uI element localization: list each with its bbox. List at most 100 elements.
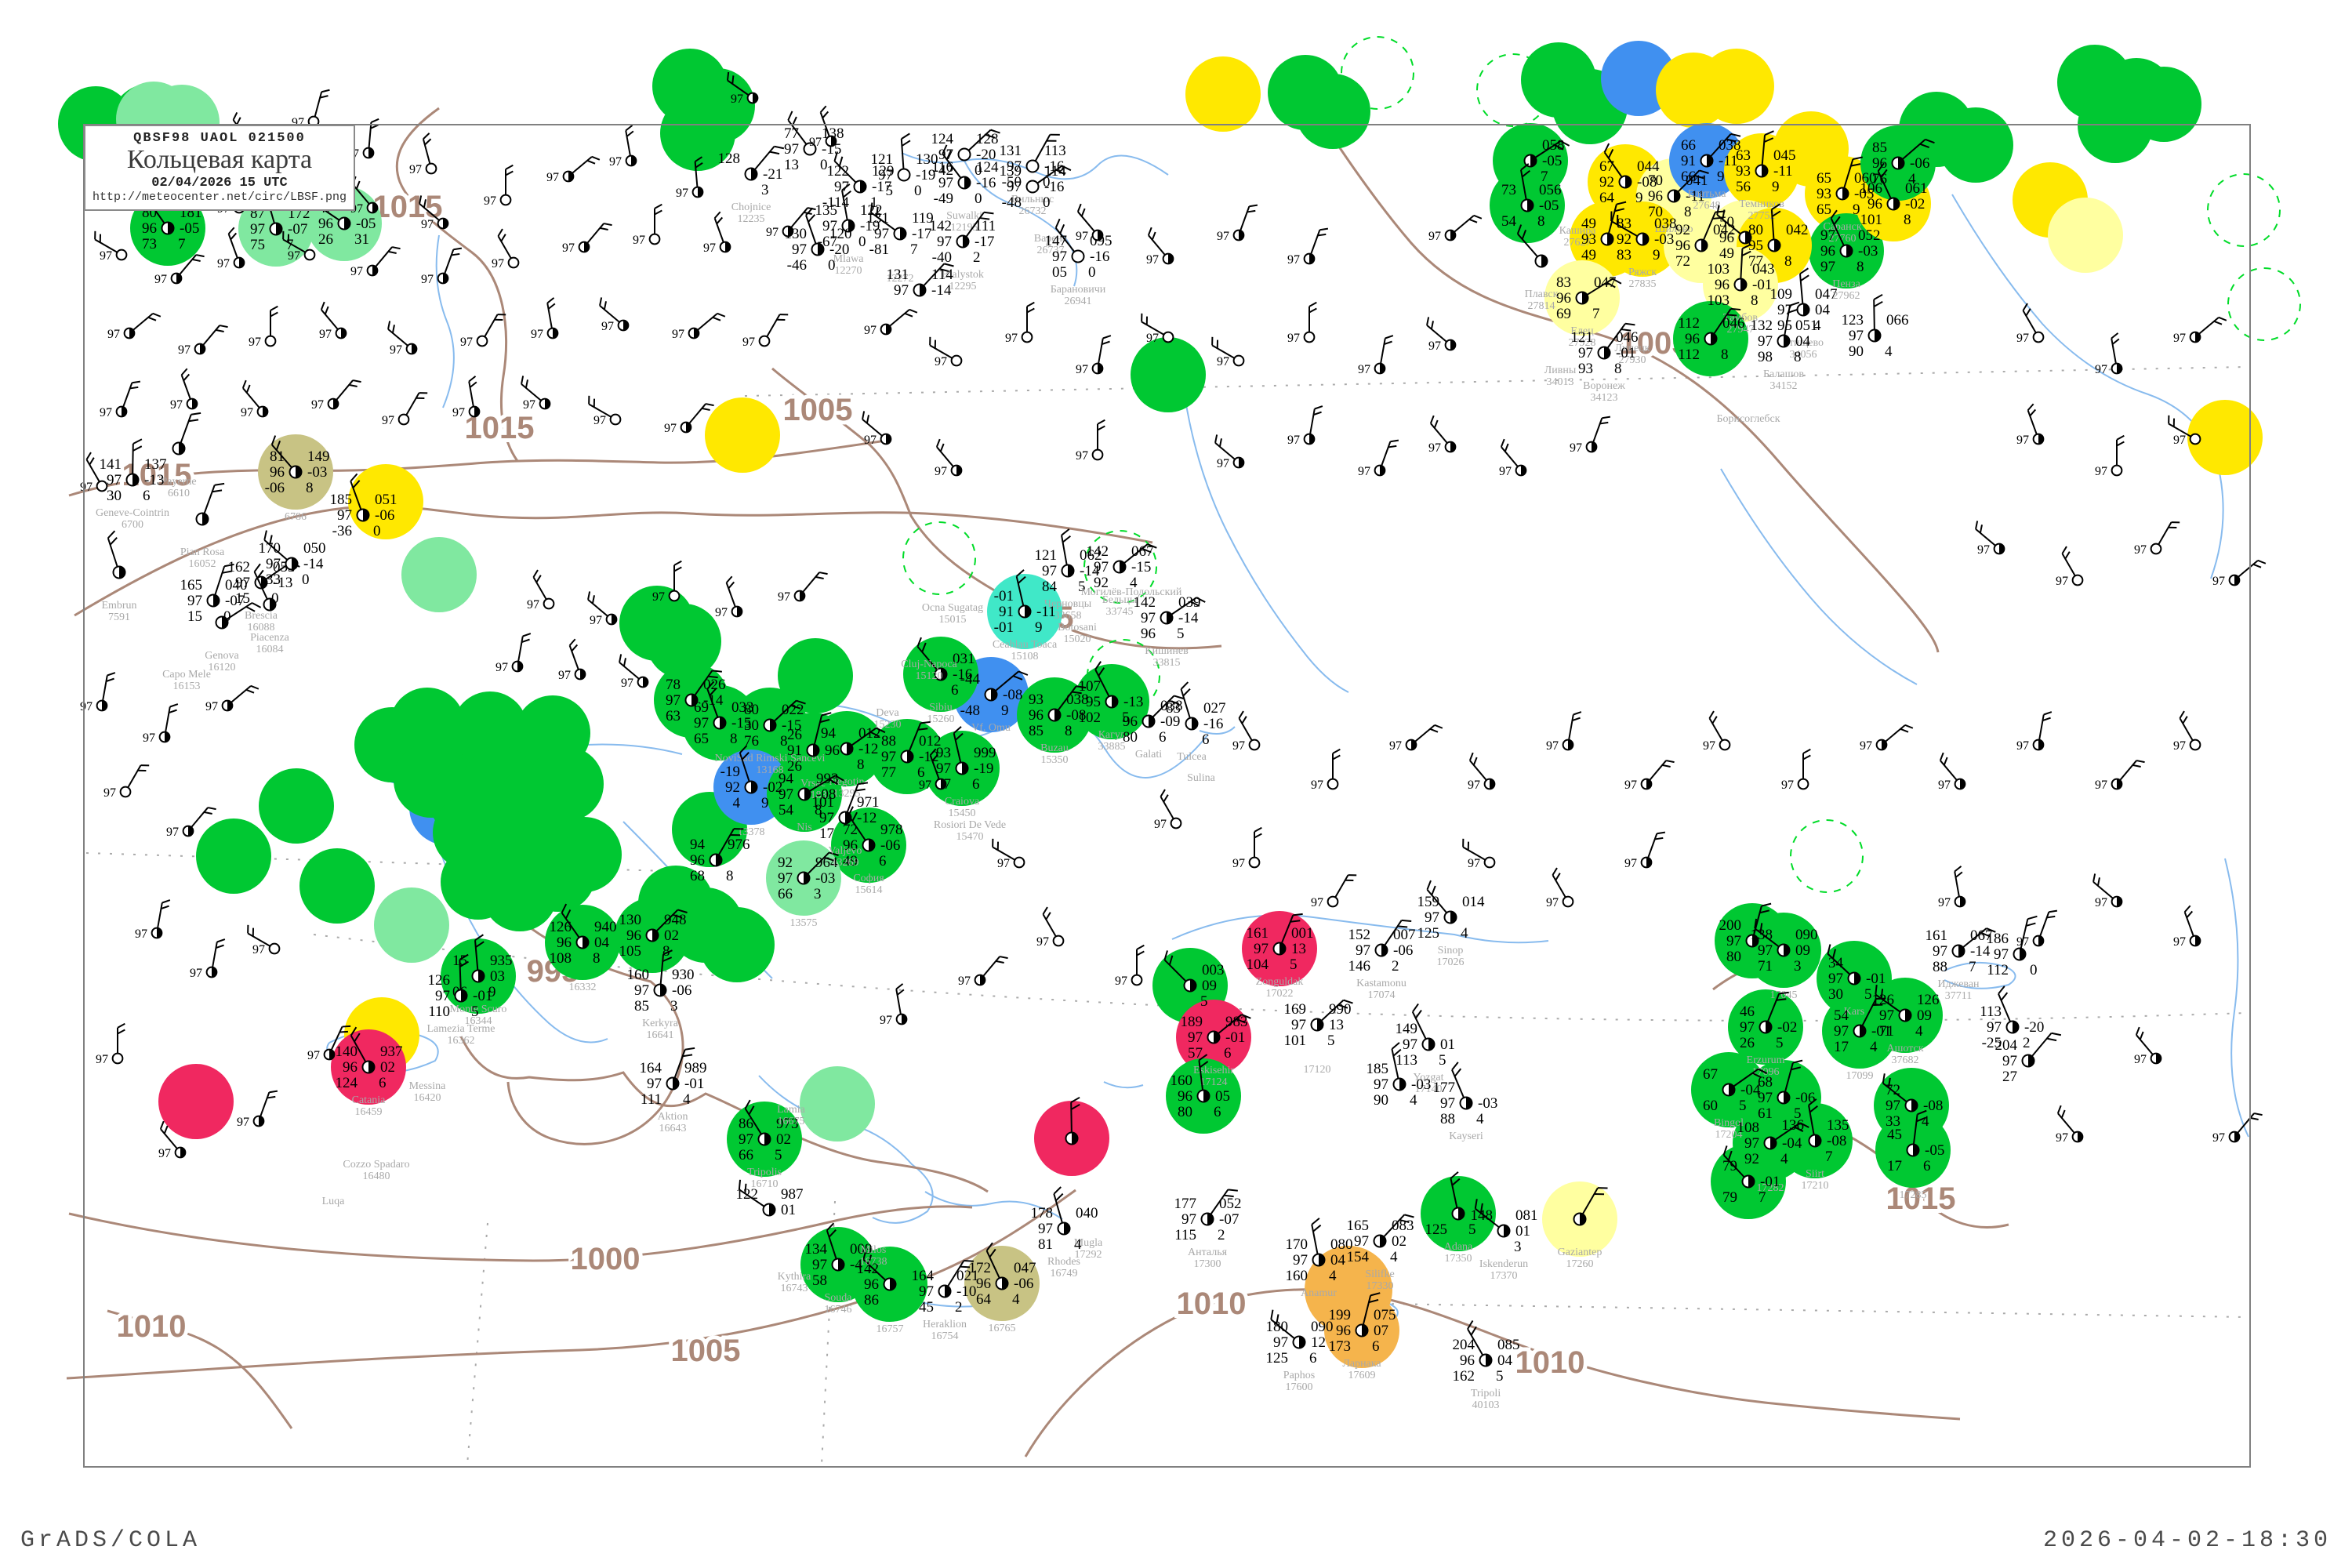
station-id: 33745 [1106, 606, 1134, 618]
cloud-cover-icon [509, 258, 519, 268]
weather-disk [1938, 107, 2013, 183]
station-visibility: 96 [1675, 238, 1690, 254]
station-plot-minor: 97 [1570, 414, 1610, 455]
station-dewpoint: 84 [1042, 579, 1058, 595]
cloud-cover-icon [1250, 858, 1260, 868]
station-pressure-tendency: -03 [307, 464, 327, 481]
station-plot: Capo Mele16153 [162, 669, 211, 692]
cloud-cover-icon [1305, 332, 1315, 343]
station-cloud-amount: 9 [761, 795, 769, 811]
station-name: Ашотск [1886, 1043, 1923, 1054]
station-dewpoint: 45 [919, 1299, 934, 1316]
station-plot-minor: 97 [1468, 753, 1496, 792]
station-pressure: 114 [1044, 163, 1066, 180]
station-visibility: 97 [633, 234, 645, 247]
station-id: 17022 [1266, 988, 1294, 1000]
cloud-cover-icon [113, 1054, 123, 1064]
station-cloud-amount: 5 [1776, 1035, 1784, 1051]
station-pressure-tendency: 13 [1291, 941, 1306, 957]
station-dewpoint: -49 [934, 191, 953, 207]
station-visibility: 97 [1356, 942, 1370, 959]
station-visibility: 97 [1052, 249, 1067, 265]
station-visibility: 97 [1389, 739, 1402, 753]
cloud-cover-icon [898, 169, 910, 181]
station-pressure-tendency: -05 [180, 220, 199, 237]
station-id: 17300 [1194, 1258, 1221, 1270]
station-name: Paphos [1283, 1370, 1315, 1381]
wind-barb [180, 368, 199, 404]
station-pressure-tendency: 03 [490, 968, 505, 985]
station-temperature: 131 [1000, 143, 1022, 159]
station-dewpoint: 115 [1174, 1227, 1196, 1243]
station-name: Иджеван [1937, 978, 1980, 990]
station-cloud-amount: 4 [1476, 1111, 1484, 1127]
station-name: Cluj-Napoca [901, 659, 957, 670]
station-visibility: 97 [1287, 434, 1300, 447]
station-temperature: 185 [330, 492, 353, 508]
station-cloud-amount: 3 [1514, 1239, 1522, 1255]
station-visibility: 97 [2173, 332, 2186, 345]
station-dewpoint: 64 [1599, 190, 1615, 206]
station-dewpoint: 61 [1758, 1105, 1773, 1122]
station-temperature: 67 [1703, 1066, 1718, 1083]
station-name: Geneve-Cointrin [96, 507, 169, 519]
station-temperature: 50 [1719, 214, 1734, 230]
station-id: 16480 [363, 1171, 390, 1182]
station-plot-minor: 97 [1115, 946, 1144, 988]
station-name: Ларнака [1342, 1358, 1381, 1370]
station-visibility: 97 [154, 273, 167, 286]
station-dewpoint: 80 [1178, 1104, 1192, 1120]
station-pressure: 149 [307, 448, 330, 465]
station-pressure: 075 [1374, 1307, 1396, 1323]
station-pressure-tendency: 12 [1311, 1334, 1326, 1351]
station-id: 17026 [1437, 956, 1465, 968]
station-visibility: 96 [142, 220, 157, 237]
cloud-cover-icon [1798, 779, 1809, 789]
station-visibility: 97 [1217, 355, 1229, 368]
station-pressure-tendency: -01 [1866, 971, 1886, 987]
station-cloud-amount: 6 [1923, 1158, 1931, 1174]
station-name: Анталья [1188, 1247, 1228, 1258]
station-temperature: 54 [1834, 1007, 1849, 1024]
station-name: Galati [1135, 749, 1162, 760]
station-dewpoint: 66 [778, 886, 793, 902]
station-dewpoint: 102 [1079, 710, 1102, 726]
station-temperature: 45 [1887, 1127, 1902, 1143]
station-plot-minor: 97 [531, 298, 560, 341]
station-visibility: 97 [1217, 457, 1229, 470]
station-plot: 159971250144Sinop17026 [1417, 880, 1486, 968]
station-cloud-amount: 9 [1853, 201, 1860, 218]
station-cloud-amount: 0 [223, 608, 231, 625]
station-visibility: 97 [311, 398, 324, 412]
station-visibility: 97 [1188, 1029, 1203, 1046]
station-plot-minor: 97 [1624, 829, 1665, 870]
station-temperature: 126 [550, 919, 572, 935]
station-dewpoint: 71 [1758, 958, 1773, 975]
station-dewpoint: 124 [336, 1075, 358, 1091]
cloud-cover-icon [2151, 544, 2161, 554]
station-plot-minor: 97 [178, 322, 228, 357]
weather-disk [1185, 56, 1261, 132]
station-pressure-tendency: -16 [1203, 716, 1223, 732]
map-title: Кольцевая карта [85, 146, 354, 174]
station-id: 15120 [916, 670, 943, 682]
station-visibility: 97 [1468, 857, 1480, 870]
station-temperature: 161 [1247, 925, 1269, 942]
station-plot-minor: 97 [935, 439, 963, 478]
station-plot: Rosiori De Vede15470 [934, 819, 1006, 843]
station-temperature: 121 [1571, 329, 1594, 346]
station-visibility: 97 [337, 507, 352, 524]
station-id: 33658 [1054, 610, 1082, 622]
station-visibility: 97 [958, 975, 971, 988]
station-temperature: 177 [1433, 1080, 1456, 1096]
station-id: 37682 [1892, 1054, 1919, 1066]
station-cloud-amount: 6 [1309, 1350, 1317, 1367]
station-temperature: 147 [1045, 233, 1068, 249]
station-cloud-amount: 2 [955, 1299, 963, 1316]
station-pressure: 135 [1827, 1117, 1849, 1134]
station-id: 6700 [122, 519, 143, 531]
station-temperature: 204 [1453, 1337, 1475, 1353]
station-dewpoint: 90 [1849, 343, 1864, 360]
station-visibility: 97 [1834, 1023, 1849, 1040]
station-visibility: 97 [2095, 363, 2107, 376]
